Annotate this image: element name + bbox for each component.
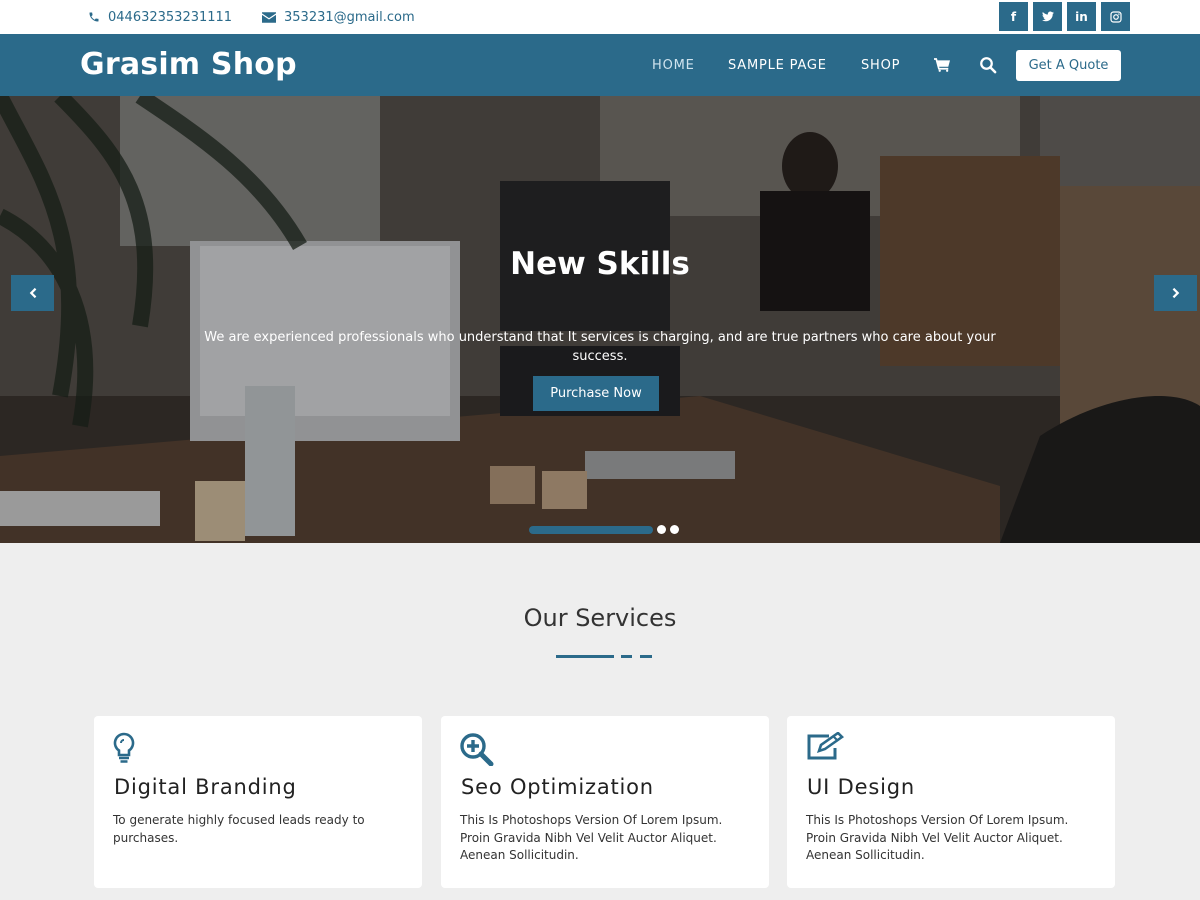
facebook-icon[interactable]: f (999, 2, 1028, 31)
heading-divider (640, 655, 652, 658)
social-links: f in (999, 2, 1130, 31)
service-title: Digital Branding (114, 775, 297, 799)
services-heading: Our Services (523, 604, 677, 632)
nav-sample-page[interactable]: SAMPLE PAGE (728, 58, 827, 73)
twitter-icon[interactable] (1033, 2, 1062, 31)
slider-dot[interactable] (657, 525, 666, 534)
envelope-icon (262, 11, 276, 23)
service-description: To generate highly focused leads ready t… (113, 813, 365, 845)
instagram-icon[interactable] (1101, 2, 1130, 31)
contact-email[interactable]: 353231@gmail.com (262, 0, 415, 34)
slider-prev-button[interactable] (11, 275, 54, 311)
contact-phone[interactable]: 044632353231111 (88, 0, 232, 34)
slider-next-button[interactable] (1154, 275, 1197, 311)
edit-icon (805, 731, 845, 766)
service-description: This Is Photoshops Version Of Lorem Ipsu… (806, 813, 1069, 862)
search-plus-icon (459, 732, 495, 770)
service-title: Seo Optimization (461, 775, 654, 799)
email-address: 353231@gmail.com (284, 9, 415, 25)
site-logo[interactable]: Grasim Shop (80, 47, 297, 82)
slider-pagination (529, 525, 679, 534)
hero-title: New Skills (510, 246, 690, 282)
slider-dot[interactable] (670, 525, 679, 534)
cart-icon[interactable] (934, 34, 950, 96)
phone-icon (89, 12, 99, 22)
lightbulb-icon (112, 732, 136, 768)
phone-number: 044632353231111 (108, 9, 233, 25)
linkedin-icon[interactable]: in (1067, 2, 1096, 31)
heading-divider (621, 655, 632, 658)
purchase-now-button[interactable]: Purchase Now (533, 376, 659, 411)
slider-dot-active[interactable] (529, 525, 653, 534)
nav-home[interactable]: HOME (652, 58, 695, 73)
chevron-left-icon (29, 287, 36, 299)
site-header: Grasim Shop HOME SAMPLE PAGE SHOP Get A … (0, 34, 1200, 96)
hero-slider: New Skills We are experienced profession… (0, 96, 1200, 543)
heading-divider (556, 655, 614, 658)
search-icon[interactable] (979, 34, 997, 96)
service-title: UI Design (807, 775, 915, 799)
hero-description: We are experienced professionals who und… (204, 330, 996, 364)
get-a-quote-button[interactable]: Get A Quote (1016, 50, 1121, 81)
service-card-ui-design: UI Design This Is Photoshops Version Of … (787, 716, 1115, 888)
nav-shop[interactable]: SHOP (861, 58, 900, 73)
top-bar: 044632353231111 353231@gmail.com f in (0, 0, 1200, 34)
service-card-seo-optimization: Seo Optimization This Is Photoshops Vers… (441, 716, 769, 888)
chevron-right-icon (1172, 287, 1179, 299)
service-card-digital-branding: Digital Branding To generate highly focu… (94, 716, 422, 888)
service-description: This Is Photoshops Version Of Lorem Ipsu… (460, 813, 723, 862)
